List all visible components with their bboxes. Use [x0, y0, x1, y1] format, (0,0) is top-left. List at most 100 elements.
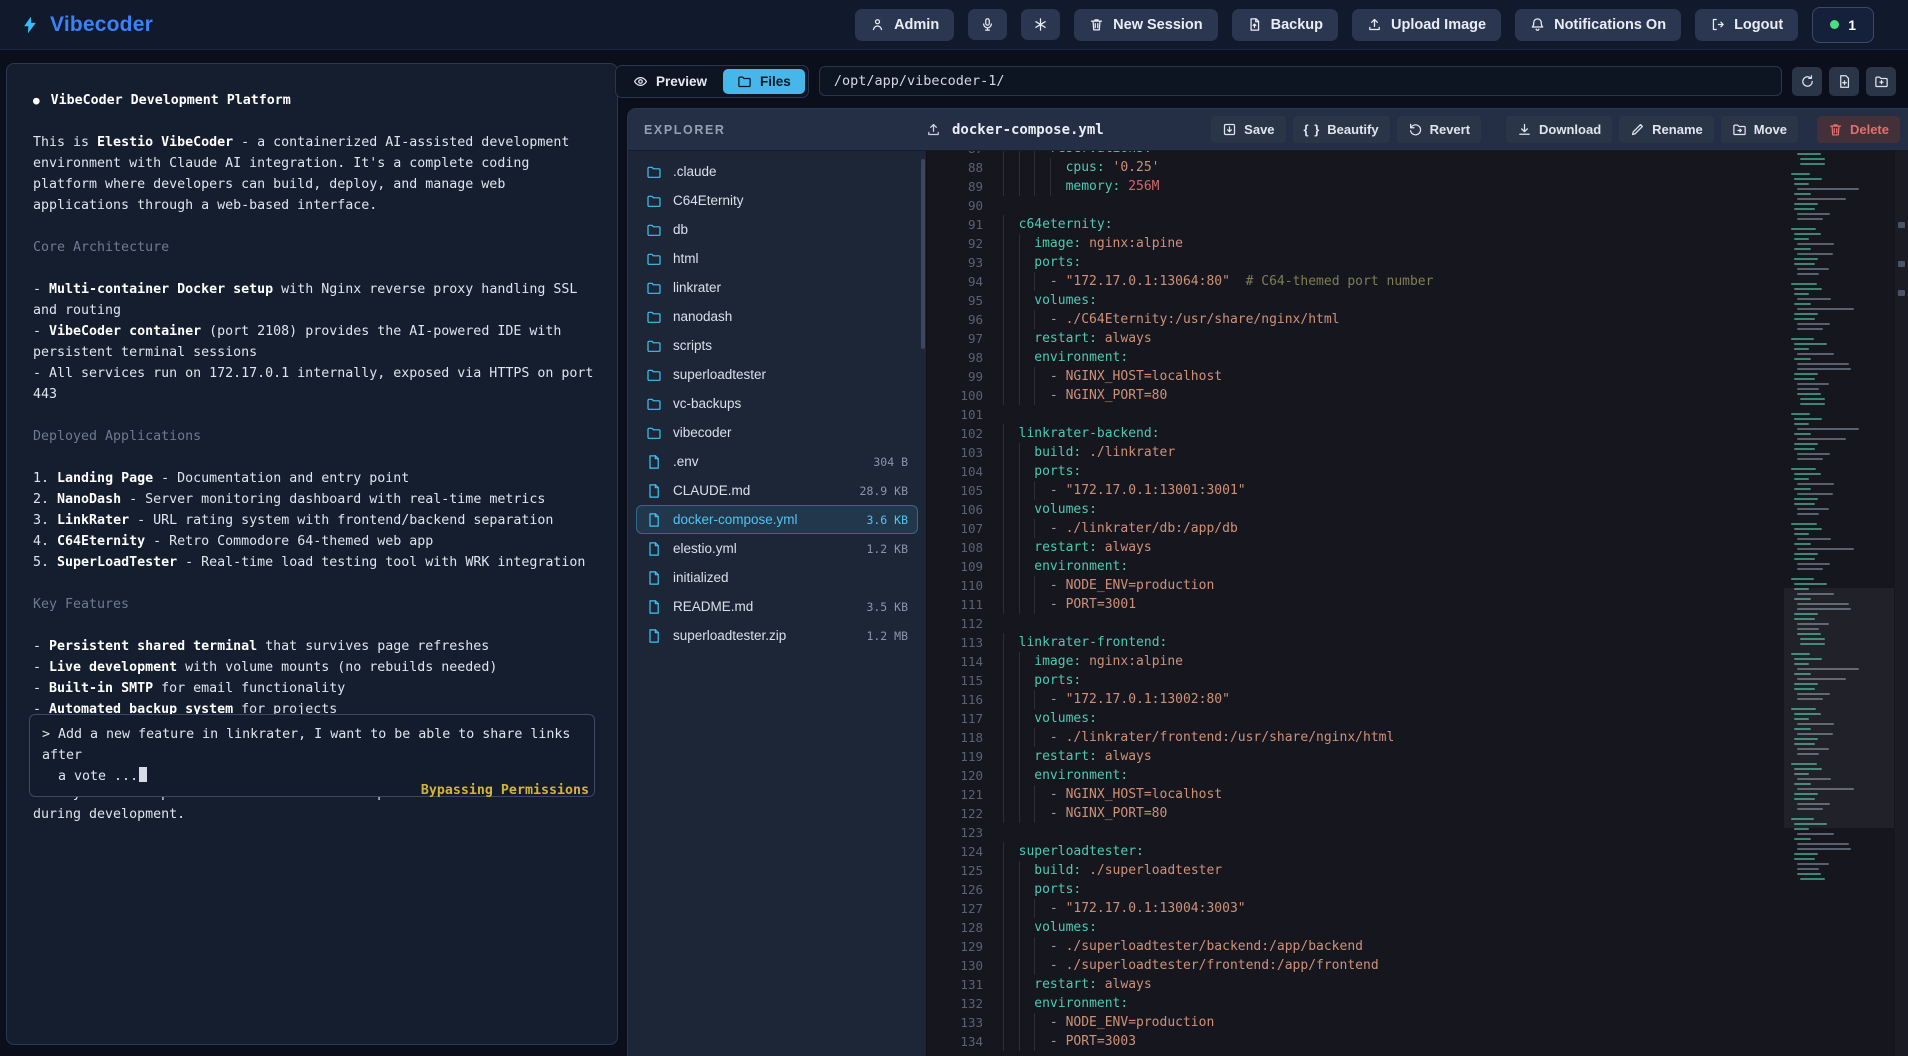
code-line[interactable]: 123	[927, 823, 1778, 842]
explorer-item-nanodash[interactable]: nanodash	[636, 302, 918, 331]
session-count-badge[interactable]: 1	[1812, 7, 1874, 43]
download-button[interactable]: Download	[1506, 116, 1612, 143]
explorer-item-html[interactable]: html	[636, 244, 918, 273]
code-line[interactable]: 130- ./superloadtester/frontend:/app/fro…	[927, 956, 1778, 975]
code-line[interactable]: 102linkrater-backend:	[927, 424, 1778, 443]
new-folder-button[interactable]	[1866, 67, 1896, 96]
code-line[interactable]: 114image: nginx:alpine	[927, 652, 1778, 671]
code-line[interactable]: 124superloadtester:	[927, 842, 1778, 861]
code-line[interactable]: 92image: nginx:alpine	[927, 234, 1778, 253]
code-line[interactable]: 99- NGINX_HOST=localhost	[927, 367, 1778, 386]
doc-title-row: ● VibeCoder Development Platform	[33, 90, 595, 111]
tab-preview[interactable]: Preview	[619, 69, 721, 94]
code-editor[interactable]: 87reservations:88cpus: '0.25'89memory: 2…	[926, 151, 1908, 1056]
code-line[interactable]: 107- ./linkrater/db:/app/db	[927, 519, 1778, 538]
code-line[interactable]: 134- PORT=3003	[927, 1032, 1778, 1051]
explorer-item-elestio.yml[interactable]: elestio.yml1.2 KB	[636, 534, 918, 563]
code-line[interactable]: 115ports:	[927, 671, 1778, 690]
refresh-button[interactable]	[1792, 67, 1822, 96]
minimap-line	[1797, 268, 1829, 270]
explorer-item-linkrater[interactable]: linkrater	[636, 273, 918, 302]
move-button[interactable]: Move	[1721, 116, 1798, 143]
explorer-item-superloadtester[interactable]: superloadtester	[636, 360, 918, 389]
code-line[interactable]: 131restart: always	[927, 975, 1778, 994]
code-line[interactable]: 110- NODE_ENV=production	[927, 576, 1778, 595]
code-line[interactable]: 93ports:	[927, 253, 1778, 272]
code-line[interactable]: 129- ./superloadtester/backend:/app/back…	[927, 937, 1778, 956]
code-line[interactable]: 109environment:	[927, 557, 1778, 576]
code-line[interactable]: 125build: ./superloadtester	[927, 861, 1778, 880]
code-line[interactable]: 97restart: always	[927, 329, 1778, 348]
minimap-line	[1794, 543, 1811, 545]
save-button[interactable]: Save	[1211, 116, 1285, 143]
explorer-item-CLAUDE.md[interactable]: CLAUDE.md28.9 KB	[636, 476, 918, 505]
code-line[interactable]: 88cpus: '0.25'	[927, 158, 1778, 177]
explorer-item-vibecoder[interactable]: vibecoder	[636, 418, 918, 447]
explorer-item-docker-compose.yml[interactable]: docker-compose.yml3.6 KB	[636, 505, 918, 534]
explorer-item-scripts[interactable]: scripts	[636, 331, 918, 360]
backup-button[interactable]: Backup	[1232, 9, 1338, 41]
editor-scrollbar[interactable]	[1895, 151, 1908, 1056]
upload-file-icon[interactable]	[926, 122, 941, 137]
code-line[interactable]: 103build: ./linkrater	[927, 443, 1778, 462]
code-line[interactable]: 106volumes:	[927, 500, 1778, 519]
new-file-button[interactable]	[1829, 67, 1859, 96]
code-line[interactable]: 120environment:	[927, 766, 1778, 785]
code-line[interactable]: 128volumes:	[927, 918, 1778, 937]
revert-button[interactable]: Revert	[1397, 116, 1481, 143]
explorer-item-README.md[interactable]: README.md3.5 KB	[636, 592, 918, 621]
code-line[interactable]: 133- NODE_ENV=production	[927, 1013, 1778, 1032]
code-line[interactable]: 87reservations:	[927, 151, 1778, 158]
notifications-button[interactable]: Notifications On	[1515, 9, 1681, 41]
code-line[interactable]: 104ports:	[927, 462, 1778, 481]
code-line[interactable]: 126ports:	[927, 880, 1778, 899]
explorer-item-.env[interactable]: .env304 B	[636, 447, 918, 476]
microphone-button[interactable]	[968, 9, 1007, 40]
code-line[interactable]: 100- NGINX_PORT=80	[927, 386, 1778, 405]
rename-button[interactable]: Rename	[1619, 116, 1714, 143]
code-line[interactable]: 127- "172.17.0.1:13004:3003"	[927, 899, 1778, 918]
new-session-button[interactable]: New Session	[1074, 9, 1217, 41]
indent-guide	[1003, 994, 1019, 1013]
explorer-item-db[interactable]: db	[636, 215, 918, 244]
tab-files[interactable]: Files	[723, 69, 805, 94]
code-line[interactable]: 111- PORT=3001	[927, 595, 1778, 614]
line-number: 94	[927, 272, 983, 291]
beautify-button[interactable]: { }Beautify	[1293, 116, 1390, 143]
upload-image-button[interactable]: Upload Image	[1352, 9, 1501, 41]
code-line[interactable]: 119restart: always	[927, 747, 1778, 766]
explorer-item-.claude[interactable]: .claude	[636, 157, 918, 186]
code-line[interactable]: 91c64eternity:	[927, 215, 1778, 234]
minimap[interactable]	[1788, 153, 1892, 1056]
indent-guide	[1019, 500, 1035, 519]
code-line[interactable]: 118- ./linkrater/frontend:/usr/share/ngi…	[927, 728, 1778, 747]
explorer-item-initialized[interactable]: initialized	[636, 563, 918, 592]
code-line[interactable]: 101	[927, 405, 1778, 424]
explorer-item-C64Eternity[interactable]: C64Eternity	[636, 186, 918, 215]
indent-guide	[1019, 576, 1035, 595]
code-line[interactable]: 122- NGINX_PORT=80	[927, 804, 1778, 823]
sparkle-button[interactable]	[1021, 9, 1060, 40]
explorer-item-vc-backups[interactable]: vc-backups	[636, 389, 918, 418]
code-line[interactable]: 94- "172.17.0.1:13064:80" # C64-themed p…	[927, 272, 1778, 291]
code-line[interactable]: 89memory: 256M	[927, 177, 1778, 196]
admin-button[interactable]: Admin	[855, 9, 954, 41]
code-line[interactable]: 112	[927, 614, 1778, 633]
code-line[interactable]: 132environment:	[927, 994, 1778, 1013]
explorer-item-superloadtester.zip[interactable]: superloadtester.zip1.2 MB	[636, 621, 918, 650]
code-line[interactable]: 90	[927, 196, 1778, 215]
minimap-viewport[interactable]	[1784, 588, 1894, 828]
code-line[interactable]: 113linkrater-frontend:	[927, 633, 1778, 652]
code-line[interactable]: 98environment:	[927, 348, 1778, 367]
code-line[interactable]: 117volumes:	[927, 709, 1778, 728]
logout-button[interactable]: Logout	[1695, 9, 1798, 41]
code-line[interactable]: 116- "172.17.0.1:13002:80"	[927, 690, 1778, 709]
code-line[interactable]: 105- "172.17.0.1:13001:3001"	[927, 481, 1778, 500]
explorer-scrollbar[interactable]	[921, 159, 925, 349]
delete-button[interactable]: Delete	[1817, 116, 1900, 143]
code-line[interactable]: 96- ./C64Eternity:/usr/share/nginx/html	[927, 310, 1778, 329]
path-input[interactable]	[819, 66, 1782, 96]
code-line[interactable]: 108restart: always	[927, 538, 1778, 557]
code-line[interactable]: 121- NGINX_HOST=localhost	[927, 785, 1778, 804]
code-line[interactable]: 95volumes:	[927, 291, 1778, 310]
